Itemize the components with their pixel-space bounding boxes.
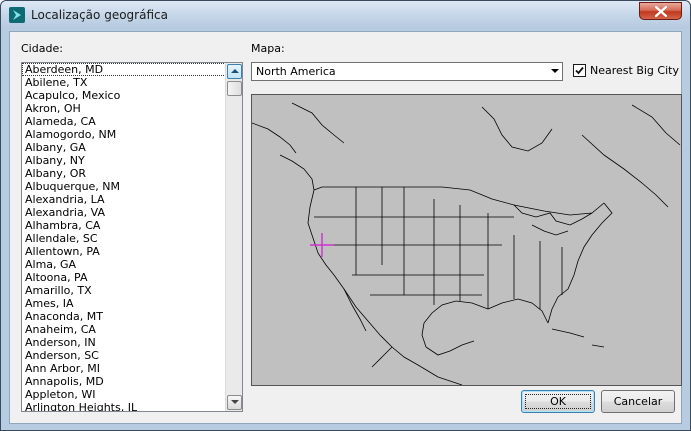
city-list-item[interactable]: Ames, IA [22, 297, 242, 310]
title-bar[interactable]: Localização geográfica [1, 1, 690, 29]
city-list-item[interactable]: Amarillo, TX [22, 284, 242, 297]
city-list-item[interactable]: Alexandria, VA [22, 206, 242, 219]
city-list-item[interactable]: Ann Arbor, MI [22, 362, 242, 375]
map-dropdown[interactable]: North America [251, 62, 563, 81]
map-label: Mapa: [251, 42, 285, 55]
city-list-item[interactable]: Appleton, WI [22, 388, 242, 401]
city-list-item[interactable]: Anderson, IN [22, 336, 242, 349]
city-list-item[interactable]: Albany, OR [22, 167, 242, 180]
city-list-item[interactable]: Alma, GA [22, 258, 242, 271]
arrow-up-icon [231, 69, 239, 73]
city-label: Cidade: [21, 42, 63, 55]
dialog-window: Localização geográfica Cidade: Aberdeen,… [0, 0, 691, 431]
close-icon [655, 6, 667, 17]
dialog-body: Cidade: Aberdeen, MD Abilene, TX Acapulco,… [9, 31, 682, 424]
city-list-item[interactable]: Albany, GA [22, 141, 242, 154]
scroll-down-button[interactable] [227, 395, 242, 410]
city-list-item[interactable]: Allendale, SC [22, 232, 242, 245]
north-america-map[interactable] [251, 94, 682, 386]
city-list-item[interactable]: Arlington Heights, IL [22, 401, 242, 411]
city-list-item[interactable]: Altoona, PA [22, 271, 242, 284]
ok-button[interactable]: OK [521, 390, 595, 413]
city-list-item[interactable]: Albany, NY [22, 154, 242, 167]
location-marker [310, 233, 334, 257]
city-list-item[interactable]: Alhambra, CA [22, 219, 242, 232]
map-outline [252, 102, 681, 385]
scroll-thumb[interactable] [227, 81, 242, 96]
city-list-item[interactable]: Anaconda, MT [22, 310, 242, 323]
app-icon [9, 7, 25, 23]
city-list-item[interactable]: Aberdeen, MD [22, 63, 242, 76]
city-list-item[interactable]: Anderson, SC [22, 349, 242, 362]
chevron-down-icon [551, 69, 559, 73]
city-list-item[interactable]: Acapulco, Mexico [22, 89, 242, 102]
nearest-big-city-label[interactable]: Nearest Big City [590, 64, 679, 77]
cancel-button[interactable]: Cancelar [601, 390, 675, 413]
city-list-item[interactable]: Alameda, CA [22, 115, 242, 128]
city-list: Aberdeen, MD Abilene, TX Acapulco, Mexico A… [22, 63, 242, 411]
city-scrollbar[interactable] [225, 63, 242, 411]
focus-ring [525, 394, 591, 409]
city-list-item[interactable]: Allentown, PA [22, 245, 242, 258]
city-list-item[interactable]: Akron, OH [22, 102, 242, 115]
city-list-item[interactable]: Alexandria, LA [22, 193, 242, 206]
city-list-item[interactable]: Anaheim, CA [22, 323, 242, 336]
cancel-label: Cancelar [613, 395, 663, 408]
arrow-down-icon [231, 400, 239, 404]
scroll-up-button[interactable] [227, 64, 242, 79]
checkmark-icon [575, 66, 584, 75]
city-list-item[interactable]: Annapolis, MD [22, 375, 242, 388]
window-title: Localização geográfica [31, 8, 168, 22]
nearest-big-city-checkbox[interactable] [573, 64, 586, 77]
city-listbox[interactable]: Aberdeen, MD Abilene, TX Acapulco, Mexico A… [21, 62, 243, 412]
map-dropdown-value: North America [256, 65, 336, 78]
close-button[interactable] [639, 2, 682, 20]
city-list-item[interactable]: Abilene, TX [22, 76, 242, 89]
city-list-item[interactable]: Albuquerque, NM [22, 180, 242, 193]
city-list-item[interactable]: Alamogordo, NM [22, 128, 242, 141]
